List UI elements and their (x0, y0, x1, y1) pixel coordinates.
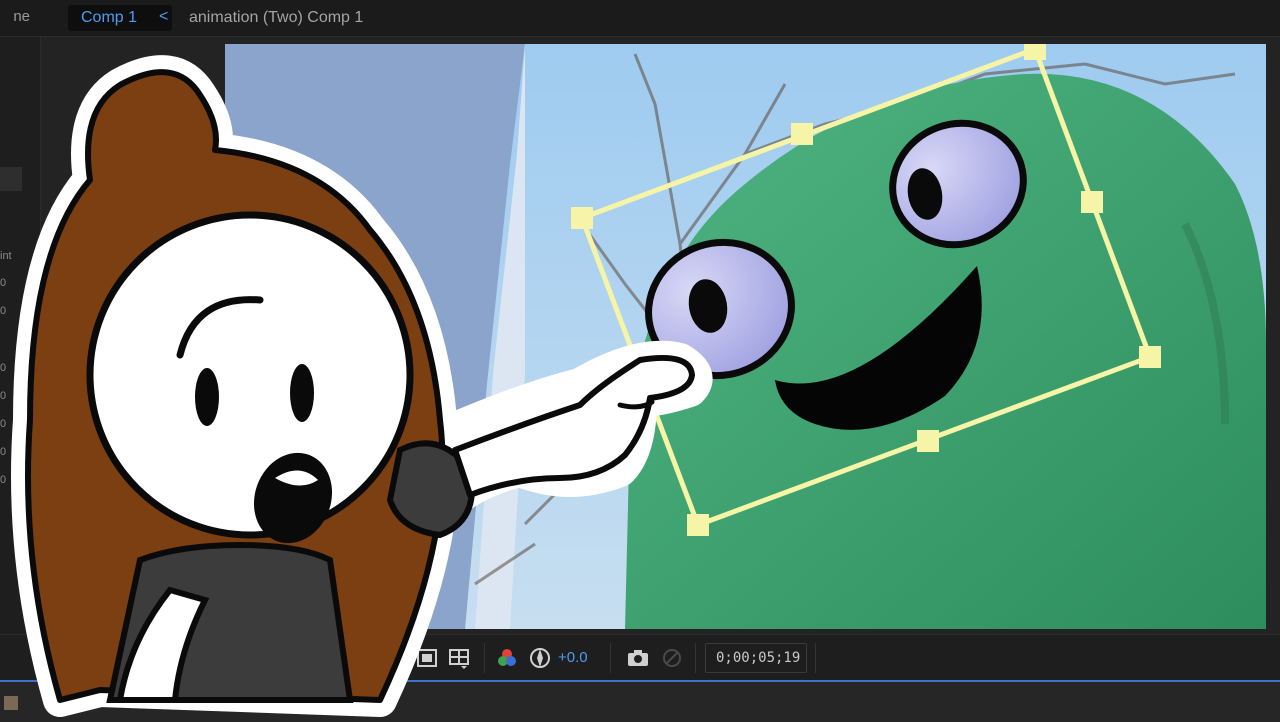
tab-label: Comp 1 (81, 9, 138, 26)
current-time-display[interactable]: 0;00;05;19 (705, 643, 807, 673)
transform-handle[interactable] (1024, 44, 1046, 60)
transform-handle[interactable] (791, 123, 813, 145)
transform-handle[interactable] (917, 430, 939, 452)
transform-handle[interactable] (1081, 191, 1103, 213)
transform-handle[interactable] (1139, 346, 1161, 368)
timecode: 0;00;05;19 (716, 650, 801, 666)
right-eye-dot (290, 364, 314, 422)
composition-tab-bar: ne Comp 1 < animation (Two) Comp 1 (0, 0, 1280, 37)
left-eye-dot (195, 368, 219, 426)
cartoon-character-overlay (0, 40, 720, 720)
panel-title-fragment: ne (13, 8, 30, 25)
tab-comp-1[interactable]: Comp 1 < (68, 5, 172, 31)
face (86, 211, 414, 539)
tab-menu-icon[interactable]: < (159, 8, 168, 26)
pointing-character-illustration (11, 55, 713, 717)
breadcrumb[interactable]: animation (Two) Comp 1 (189, 9, 363, 27)
